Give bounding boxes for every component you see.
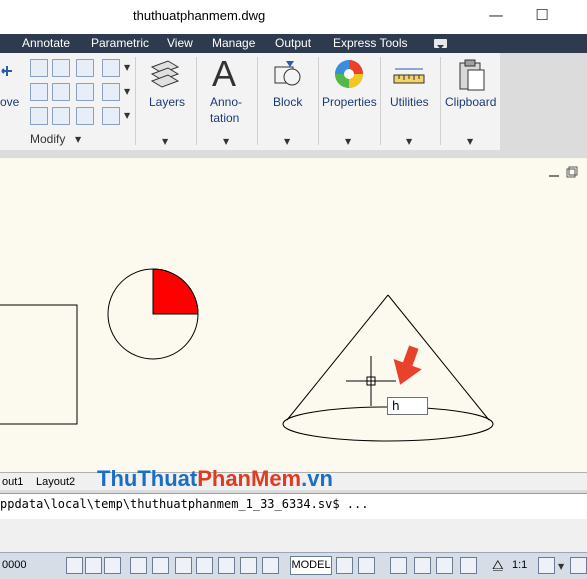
annotation-visibility-icon[interactable] xyxy=(538,557,555,574)
utilities-button-label[interactable]: Utilities xyxy=(390,95,429,109)
properties-icon[interactable] xyxy=(333,57,365,93)
otrack-icon[interactable] xyxy=(218,557,235,574)
ribbon-empty-area xyxy=(500,53,587,150)
annotation-scale-icon[interactable]: ⧋ xyxy=(492,558,504,573)
rotate-icon[interactable] xyxy=(52,59,70,77)
model-space-button[interactable]: MODEL xyxy=(290,556,332,575)
grid-icon[interactable] xyxy=(66,557,83,574)
ribbon-tab-bar: Annotate Parametric View Manage Output E… xyxy=(0,34,587,53)
status-bar: 0000 MODEL ⧋ 1:1 ▼ xyxy=(0,552,587,579)
move-icon[interactable] xyxy=(0,61,20,91)
chevron-down-icon[interactable]: ▼ xyxy=(75,135,81,144)
clipboard-button-label[interactable]: Clipboard xyxy=(445,95,496,109)
canvas-top-strip xyxy=(0,150,587,158)
maximize-button[interactable]: ☐ xyxy=(520,0,564,30)
tab-view[interactable]: View xyxy=(167,34,193,53)
quick-view-drawings-icon[interactable] xyxy=(358,557,375,574)
fillet-icon[interactable] xyxy=(52,83,70,101)
transparency-icon[interactable] xyxy=(262,557,279,574)
separator xyxy=(135,57,136,145)
mirror-icon[interactable] xyxy=(30,83,48,101)
tab-layout2[interactable]: Layout2 xyxy=(36,474,75,490)
quick-view-layouts-icon[interactable] xyxy=(336,557,353,574)
dynamic-input-field[interactable]: h xyxy=(387,397,428,415)
modify-panel-label[interactable]: Modify xyxy=(30,132,65,146)
tab-output[interactable]: Output xyxy=(275,34,311,53)
snap-icon[interactable] xyxy=(85,557,102,574)
erase-icon[interactable] xyxy=(102,59,120,77)
rectangle-shape xyxy=(0,304,78,425)
drawing-geometry xyxy=(0,268,494,442)
command-line[interactable]: ppdata\local\temp\thuthuatphanmem_1_33_6… xyxy=(0,493,587,520)
scale-icon[interactable] xyxy=(52,107,70,125)
minimize-button[interactable]: — xyxy=(474,0,518,30)
tab-express-tools[interactable]: Express Tools xyxy=(333,34,407,53)
ribbon-options-button[interactable] xyxy=(434,39,447,49)
red-quarter-sector xyxy=(152,268,199,315)
pan-icon[interactable] xyxy=(390,557,407,574)
chevron-down-icon[interactable]: ▼ xyxy=(124,111,130,120)
move-button-label[interactable]: ove xyxy=(0,95,19,109)
chevron-down-icon[interactable]: ▼ xyxy=(223,137,229,146)
tab-parametric[interactable]: Parametric xyxy=(91,34,149,53)
explode-icon[interactable] xyxy=(76,83,94,101)
arrow-pointer-icon xyxy=(393,345,422,385)
layers-button-label[interactable]: Layers xyxy=(149,95,185,109)
zoom-icon[interactable] xyxy=(414,557,431,574)
chevron-down-icon[interactable]: ▼ xyxy=(284,137,290,146)
watermark-logo: ThuThuatPhanMem.vn xyxy=(97,466,333,491)
cone-left-edge xyxy=(286,294,389,421)
drawing-canvas[interactable]: h xyxy=(0,158,587,472)
offset-icon[interactable] xyxy=(102,83,120,101)
layers-icon[interactable] xyxy=(148,57,180,93)
command-line-text: ppdata\local\temp\thuthuatphanmem_1_33_6… xyxy=(0,497,369,511)
command-area-empty xyxy=(0,519,587,552)
title-bar: thuthuatphanmem.dwg — ☐ xyxy=(0,0,587,34)
workspace-switch-icon[interactable] xyxy=(570,557,587,574)
tab-manage[interactable]: Manage xyxy=(212,34,255,53)
chevron-down-icon[interactable]: ▼ xyxy=(162,137,168,146)
tab-annotate[interactable]: Annotate xyxy=(22,34,70,53)
annotation-label-line1[interactable]: Anno- xyxy=(210,95,242,109)
tab-layout1[interactable]: out1 xyxy=(2,474,23,490)
separator xyxy=(196,57,197,145)
separator xyxy=(257,57,258,145)
ortho-icon[interactable] xyxy=(152,557,169,574)
stretch-icon[interactable] xyxy=(30,107,48,125)
chevron-down-icon[interactable]: ▼ xyxy=(345,137,351,146)
clipboard-icon[interactable] xyxy=(456,57,488,93)
lineweight-icon[interactable] xyxy=(240,557,257,574)
osnap-icon[interactable] xyxy=(196,557,213,574)
separator xyxy=(440,57,441,145)
chevron-down-icon[interactable]: ▼ xyxy=(558,562,564,571)
annotation-label-line2[interactable]: tation xyxy=(210,111,239,125)
window-title: thuthuatphanmem.dwg xyxy=(133,8,266,23)
polar-icon[interactable] xyxy=(175,557,192,574)
copy-icon[interactable] xyxy=(30,59,48,77)
chevron-down-icon[interactable]: ▼ xyxy=(124,63,130,72)
steering-wheel-icon[interactable] xyxy=(436,557,453,574)
block-button-label[interactable]: Block xyxy=(273,95,302,109)
properties-button-label[interactable]: Properties xyxy=(322,95,377,109)
separator xyxy=(380,57,381,145)
array-icon[interactable] xyxy=(76,107,94,125)
join-icon[interactable] xyxy=(102,107,120,125)
block-icon[interactable] xyxy=(272,57,304,93)
annotation-icon[interactable]: A xyxy=(212,53,236,95)
ribbon-panel: ove ▼ ▼ ▼ Modify ▼ Layers ▼ A Anno- tati… xyxy=(0,53,587,151)
annotation-scale-value[interactable]: 1:1 xyxy=(512,559,527,571)
caret-down-icon xyxy=(437,45,444,49)
chevron-down-icon[interactable]: ▼ xyxy=(467,137,473,146)
infer-icon[interactable] xyxy=(104,557,121,574)
chevron-down-icon[interactable]: ▼ xyxy=(124,87,130,96)
coordinate-readout: 0000 xyxy=(2,559,27,571)
trim-icon[interactable] xyxy=(76,59,94,77)
dynamic-input-icon[interactable] xyxy=(130,557,147,574)
separator xyxy=(318,57,319,145)
showmotion-icon[interactable] xyxy=(460,557,477,574)
chevron-down-icon[interactable]: ▼ xyxy=(406,137,412,146)
measure-icon[interactable] xyxy=(393,63,425,91)
